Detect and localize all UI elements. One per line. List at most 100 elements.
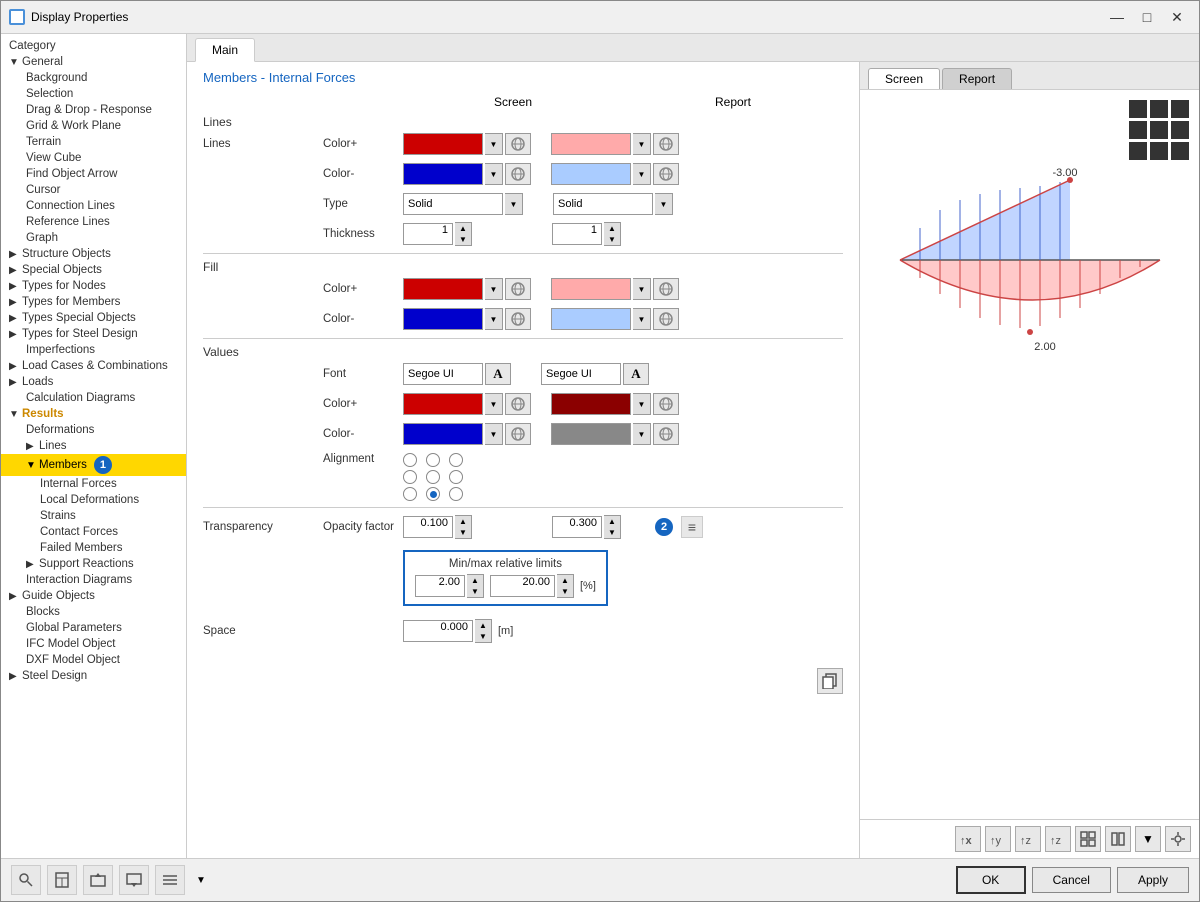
report-vcp-globe[interactable]: [653, 393, 679, 415]
sidebar-item-imperfections[interactable]: Imperfections: [1, 342, 186, 358]
screen-font-input[interactable]: Segoe UI: [403, 363, 483, 385]
screen-opacity-up[interactable]: ▲: [455, 516, 471, 527]
screen-color-minus-box[interactable]: [403, 163, 483, 185]
screen-color-plus-globe[interactable]: [505, 133, 531, 155]
tab-main[interactable]: Main: [195, 38, 255, 62]
export-button[interactable]: [83, 865, 113, 895]
report-thickness-up[interactable]: ▲: [604, 223, 620, 234]
screen-font-btn[interactable]: A: [485, 363, 511, 385]
dropdown-view-button[interactable]: ▼: [1135, 826, 1161, 852]
report-fill-minus-dropdown[interactable]: ▼: [633, 308, 651, 330]
screen-opacity-spinners[interactable]: ▲ ▼: [455, 515, 472, 539]
space-down[interactable]: ▼: [475, 631, 491, 642]
report-opacity-down[interactable]: ▼: [604, 527, 620, 538]
expand-limits-button[interactable]: ≡: [681, 516, 703, 538]
screen-thickness-input[interactable]: 1: [403, 223, 453, 245]
sidebar-item-strains[interactable]: Strains: [1, 508, 186, 524]
sidebar-item-guide-objects[interactable]: ▶ Guide Objects: [1, 588, 186, 604]
report-color-plus-globe[interactable]: [653, 133, 679, 155]
report-fill-plus-dropdown[interactable]: ▼: [633, 278, 651, 300]
report-color-minus-globe[interactable]: [653, 163, 679, 185]
report-color-minus-dropdown[interactable]: ▼: [633, 163, 651, 185]
screen-thickness-spinners[interactable]: ▲ ▼: [455, 222, 472, 246]
sidebar-item-loads[interactable]: ▶ Loads: [1, 374, 186, 390]
screen-color-minus-dropdown[interactable]: ▼: [485, 163, 503, 185]
screen-vcp-globe[interactable]: [505, 393, 531, 415]
report-thickness-spinners[interactable]: ▲ ▼: [604, 222, 621, 246]
align-radio-8[interactable]: [426, 487, 440, 501]
screen-vcm-dropdown[interactable]: ▼: [485, 423, 503, 445]
search-button[interactable]: [11, 865, 41, 895]
sidebar-item-general[interactable]: ▼ General: [1, 54, 186, 70]
sidebar-item-selection[interactable]: Selection: [1, 86, 186, 102]
report-thickness-input[interactable]: 1: [552, 223, 602, 245]
sidebar-item-drag-drop[interactable]: Drag & Drop - Response: [1, 102, 186, 118]
copy-button[interactable]: [817, 668, 843, 694]
report-vcm-box[interactable]: [551, 423, 631, 445]
limits-max-spinners[interactable]: ▲ ▼: [557, 574, 574, 598]
report-fill-plus-globe[interactable]: [653, 278, 679, 300]
report-thickness-down[interactable]: ▼: [604, 234, 620, 245]
sidebar-item-ifc-model[interactable]: IFC Model Object: [1, 636, 186, 652]
screen-fill-minus-dropdown[interactable]: ▼: [485, 308, 503, 330]
screen-vcm-box[interactable]: [403, 423, 483, 445]
space-up[interactable]: ▲: [475, 620, 491, 631]
sidebar-item-structure-objects[interactable]: ▶ Structure Objects: [1, 246, 186, 262]
cancel-button[interactable]: Cancel: [1032, 867, 1111, 893]
sidebar-item-graph[interactable]: Graph: [1, 230, 186, 246]
sidebar-item-connection-lines[interactable]: Connection Lines: [1, 198, 186, 214]
report-fill-plus-box[interactable]: [551, 278, 631, 300]
sidebar-item-special-objects[interactable]: ▶ Special Objects: [1, 262, 186, 278]
align-radio-9[interactable]: [449, 487, 463, 501]
screen-thickness-up[interactable]: ▲: [455, 223, 471, 234]
sidebar-item-load-cases[interactable]: ▶ Load Cases & Combinations: [1, 358, 186, 374]
align-radio-5[interactable]: [426, 470, 440, 484]
preview-tab-report[interactable]: Report: [942, 68, 1012, 89]
limits-min-up[interactable]: ▲: [467, 575, 483, 586]
screen-fill-minus-box[interactable]: [403, 308, 483, 330]
sidebar-item-cursor[interactable]: Cursor: [1, 182, 186, 198]
sidebar-item-find-object[interactable]: Find Object Arrow: [1, 166, 186, 182]
screen-color-minus-globe[interactable]: [505, 163, 531, 185]
report-opacity-up[interactable]: ▲: [604, 516, 620, 527]
sidebar-item-lines[interactable]: ▶ Lines: [1, 438, 186, 454]
sidebar-item-types-nodes[interactable]: ▶ Types for Nodes: [1, 278, 186, 294]
align-radio-3[interactable]: [449, 453, 463, 467]
sidebar-item-failed-members[interactable]: Failed Members: [1, 540, 186, 556]
axis-x-button[interactable]: ↑x: [955, 826, 981, 852]
axis-y-button[interactable]: ↑y: [985, 826, 1011, 852]
screen-vcp-dropdown[interactable]: ▼: [485, 393, 503, 415]
align-radio-4[interactable]: [403, 470, 417, 484]
axis-rot-button[interactable]: ↑z: [1045, 826, 1071, 852]
space-spinners[interactable]: ▲ ▼: [475, 619, 492, 643]
limits-max-input[interactable]: 20.00: [490, 575, 555, 597]
report-color-minus-box[interactable]: [551, 163, 631, 185]
align-radio-2[interactable]: [426, 453, 440, 467]
screen-color-plus-box[interactable]: [403, 133, 483, 155]
screen-fill-plus-dropdown[interactable]: ▼: [485, 278, 503, 300]
limits-min-spinners[interactable]: ▲ ▼: [467, 574, 484, 598]
screen-thickness-down[interactable]: ▼: [455, 234, 471, 245]
ok-button[interactable]: OK: [956, 866, 1026, 894]
preview-tab-screen[interactable]: Screen: [868, 68, 940, 89]
sidebar-item-members[interactable]: ▼ Members 1: [1, 454, 186, 476]
align-radio-1[interactable]: [403, 453, 417, 467]
axis-z-button[interactable]: ↑z: [1015, 826, 1041, 852]
sidebar-item-dxf-model[interactable]: DXF Model Object: [1, 652, 186, 668]
limits-min-input[interactable]: 2.00: [415, 575, 465, 597]
sidebar-item-blocks[interactable]: Blocks: [1, 604, 186, 620]
sidebar-item-interaction-diagrams[interactable]: Interaction Diagrams: [1, 572, 186, 588]
align-radio-7[interactable]: [403, 487, 417, 501]
screen-fill-plus-globe[interactable]: [505, 278, 531, 300]
space-input[interactable]: 0.000: [403, 620, 473, 642]
limits-min-down[interactable]: ▼: [467, 586, 483, 597]
settings-button[interactable]: [1165, 826, 1191, 852]
sidebar-item-deformations[interactable]: Deformations: [1, 422, 186, 438]
maximize-button[interactable]: □: [1133, 7, 1161, 27]
import-button[interactable]: [119, 865, 149, 895]
sidebar-item-reference-lines[interactable]: Reference Lines: [1, 214, 186, 230]
report-type-dropdown[interactable]: ▼: [655, 193, 673, 215]
minimize-button[interactable]: —: [1103, 7, 1131, 27]
book-view-button[interactable]: [1105, 826, 1131, 852]
screen-opacity-input[interactable]: 0.100: [403, 516, 453, 538]
